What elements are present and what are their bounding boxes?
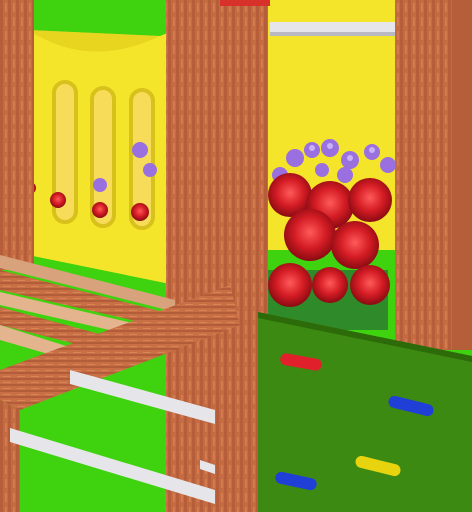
scene-canvas [0,0,472,512]
wooden-post [0,0,34,270]
game-viewport[interactable] [0,0,472,512]
wooden-post [166,0,212,512]
yellow-back-panel-left [28,30,175,285]
wooden-post [395,0,453,350]
